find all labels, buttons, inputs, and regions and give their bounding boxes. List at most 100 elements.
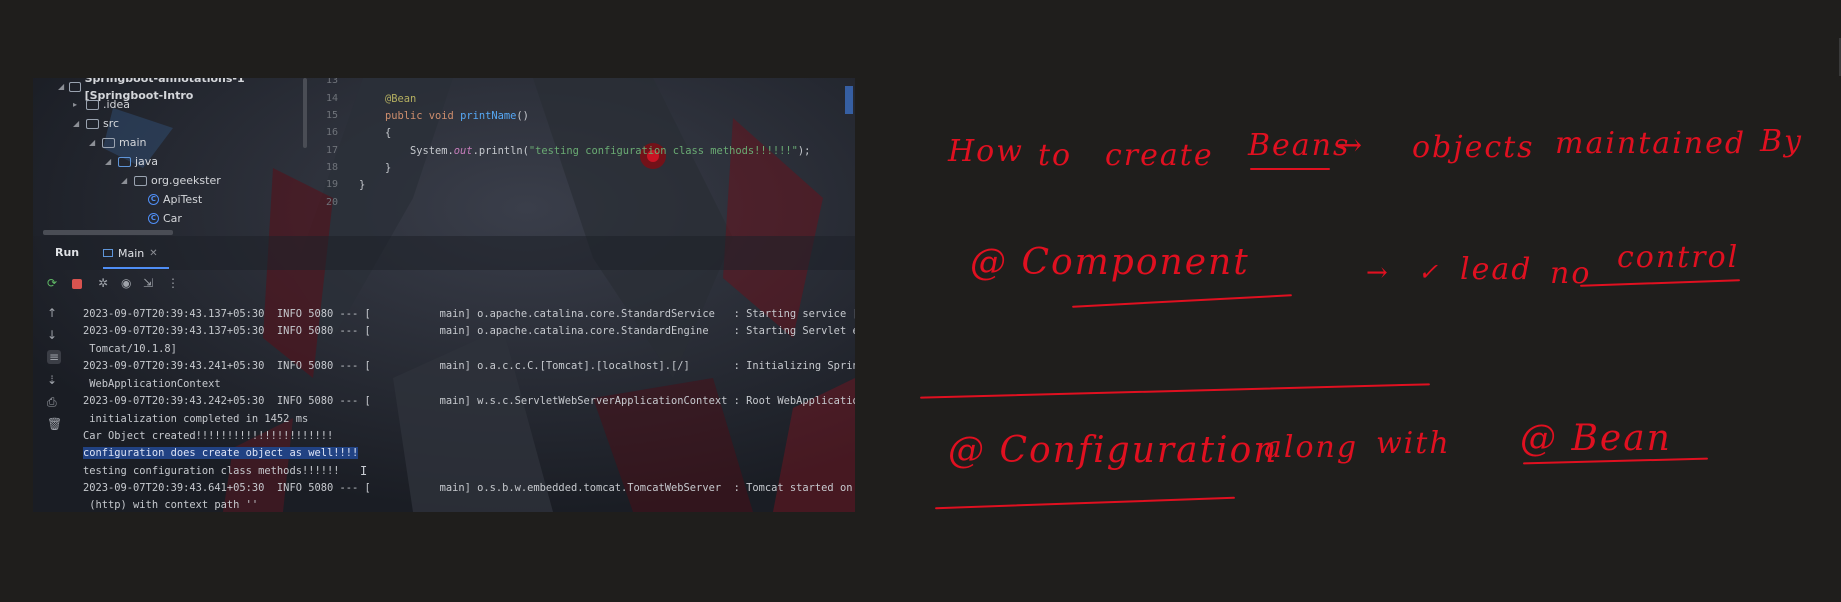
handwritten-notes: How to create Beans → objects maintained…	[900, 100, 1830, 540]
note-word: objects	[1412, 130, 1535, 165]
chevron-down-icon[interactable]: ◢	[121, 172, 130, 189]
code-close-brace: }	[385, 162, 392, 174]
note-word-beans: Beans	[1248, 128, 1351, 163]
note-word: with	[1376, 426, 1451, 461]
folder-icon	[86, 118, 99, 129]
console-line-selected: configuration does create object as well…	[83, 447, 359, 459]
note-configuration: @ Configuration	[948, 430, 1279, 471]
run-toolbar: ⟳ ✲ ◉ ⇲ ⋮	[33, 270, 855, 298]
code-system: System.	[410, 145, 454, 157]
print-icon[interactable]: ⎙	[47, 395, 57, 410]
trash-icon[interactable]: 🗑	[47, 417, 62, 431]
underline	[935, 496, 1235, 510]
arrow-up-icon[interactable]: ↑	[47, 306, 57, 320]
tree-item-package[interactable]: ◢ org.geekster	[121, 172, 221, 189]
tab-main[interactable]: Main ✕	[103, 242, 158, 264]
active-tab-underline	[103, 267, 169, 269]
code-open-brace: {	[385, 127, 392, 139]
arrow-icon: →	[1366, 258, 1390, 288]
code-line-println: System.out.println("testing configuratio…	[410, 145, 810, 157]
editor-scrollbar[interactable]	[845, 86, 853, 114]
project-tree: ◢ Springboot-annotations-1 [Springboot-I…	[33, 78, 311, 236]
note-word: By	[1760, 124, 1803, 159]
tree-item-java[interactable]: ◢ java	[105, 153, 158, 170]
application-icon	[103, 249, 113, 257]
tree-horizontal-scrollbar[interactable]	[43, 230, 173, 235]
tree-item-main[interactable]: ◢ main	[89, 134, 146, 151]
arrow-down-icon[interactable]: ↓	[47, 328, 57, 342]
chevron-down-icon[interactable]: ◢	[89, 134, 98, 151]
arrow-icon: →	[1337, 128, 1365, 163]
folder-icon	[69, 81, 81, 92]
note-word: along	[1264, 430, 1359, 465]
folder-icon	[102, 137, 115, 148]
code-field-out: out	[453, 145, 473, 157]
debug-icon[interactable]: ✲	[98, 276, 108, 290]
console-line: WebApplicationContext	[83, 378, 221, 390]
console-line: 2023-09-07T20:39:43.242+05:30 INFO 5080 …	[83, 395, 855, 407]
underline	[1250, 168, 1330, 170]
line-number: 15	[325, 110, 338, 121]
ide-screenshot: ◢ Springboot-annotations-1 [Springboot-I…	[33, 78, 855, 512]
code-method-name: printName	[460, 110, 517, 122]
console-line: Tomcat/10.1.8]	[83, 343, 177, 355]
line-number: 20	[325, 197, 338, 208]
scroll-to-end-icon[interactable]: ⇣	[47, 373, 57, 387]
stop-icon[interactable]	[72, 279, 82, 289]
tree-item-label: src	[103, 117, 120, 130]
run-panel-title: Run	[55, 246, 80, 259]
console-line: 2023-09-07T20:39:43.137+05:30 INFO 5080 …	[83, 325, 855, 337]
check-icon: ✓	[1418, 258, 1441, 286]
tree-scrollbar[interactable]	[303, 78, 307, 148]
line-number: 18	[325, 162, 338, 173]
line-number: 16	[325, 127, 338, 138]
close-icon[interactable]: ✕	[149, 248, 157, 259]
code-line-method: public void printName()	[385, 110, 529, 122]
console-line: testing configuration class methods!!!!!…	[83, 465, 340, 477]
tree-item-label: Car	[163, 212, 182, 225]
console-line: initialization completed in 1452 ms	[83, 413, 309, 425]
console-line: 2023-09-07T20:39:43.241+05:30 INFO 5080 …	[83, 360, 855, 372]
more-options-icon[interactable]: ⋮	[167, 276, 179, 290]
tree-item-car[interactable]: C Car	[148, 210, 182, 227]
console-line: 2023-09-07T20:39:43.641+05:30 INFO 5080 …	[83, 482, 855, 494]
tree-item-label: .idea	[103, 98, 131, 111]
folder-icon	[86, 99, 99, 110]
camera-icon[interactable]: ◉	[121, 276, 131, 290]
chevron-right-icon[interactable]: ▸	[73, 96, 82, 113]
note-word: create	[1105, 138, 1214, 173]
chevron-down-icon[interactable]: ◢	[105, 153, 114, 170]
text-cursor-icon: I	[360, 464, 368, 478]
tree-item-label: java	[135, 155, 159, 168]
code-parens: ()	[516, 110, 529, 122]
tree-item-apitest[interactable]: C ApiTest	[148, 191, 202, 208]
tree-item-src[interactable]: ◢ src	[73, 115, 119, 132]
underline	[1072, 294, 1292, 308]
code-keyword: public void	[385, 110, 461, 122]
run-panel-header: Run Main ✕	[33, 236, 855, 270]
line-number: 13	[325, 78, 338, 86]
line-number: 19	[325, 179, 338, 190]
note-word-control: control	[1617, 240, 1740, 275]
console-line: (http) with context path ''	[83, 499, 259, 511]
chevron-down-icon[interactable]: ◢	[73, 115, 82, 132]
note-word: How	[948, 134, 1024, 169]
class-icon: C	[148, 194, 159, 205]
tree-item-idea[interactable]: ▸ .idea	[73, 96, 130, 113]
project-root-row[interactable]: ◢ Springboot-annotations-1 [Springboot-I…	[58, 78, 311, 102]
exit-icon[interactable]: ⇲	[143, 276, 153, 290]
tree-item-label: ApiTest	[163, 193, 203, 206]
tree-item-label: main	[119, 136, 147, 149]
source-folder-icon	[118, 156, 131, 167]
divider-line	[920, 383, 1430, 399]
code-string: "testing configuration class methods!!!!…	[528, 145, 798, 157]
code-close-brace-class: }	[359, 179, 366, 191]
chevron-down-icon[interactable]: ◢	[58, 78, 65, 95]
note-word: maintained	[1555, 126, 1747, 161]
note-bean: @ Bean	[1520, 418, 1672, 459]
package-icon	[134, 175, 147, 186]
soft-wrap-icon[interactable]: ≡	[47, 350, 62, 364]
line-number: 17	[325, 145, 338, 156]
note-word: lead	[1460, 252, 1533, 287]
rerun-icon[interactable]: ⟳	[47, 276, 57, 290]
